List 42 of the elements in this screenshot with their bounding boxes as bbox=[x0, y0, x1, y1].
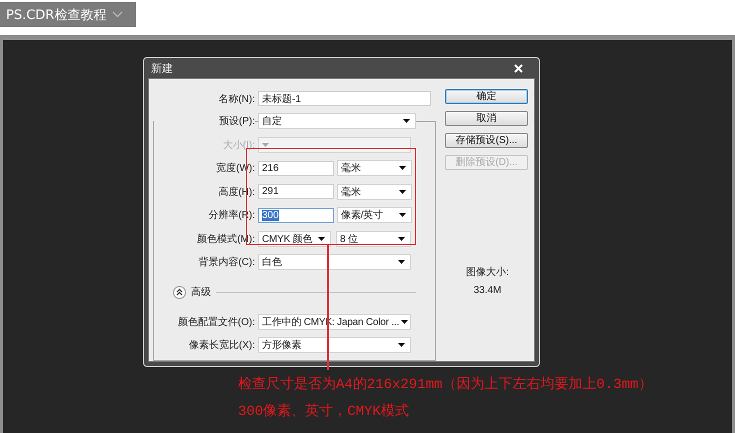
annotation-text: 300像素、英寸，CMYK模式 bbox=[238, 402, 410, 422]
caret-icon bbox=[398, 236, 405, 241]
unit-dropdown[interactable]: 毫米 bbox=[337, 184, 412, 200]
section-label: 高级 bbox=[191, 286, 211, 299]
image-size-value: 33.4M bbox=[474, 285, 502, 296]
caret-icon bbox=[398, 260, 405, 264]
header-tag[interactable]: PS.CDR检查教程 bbox=[0, 2, 136, 27]
caret-icon bbox=[399, 166, 406, 170]
field-label: 大小(I): bbox=[222, 138, 255, 152]
bit-depth-dropdown[interactable]: 8 位 bbox=[336, 230, 411, 247]
field-label: 名称(N): bbox=[217, 92, 255, 106]
dialog-button[interactable]: 确定 bbox=[444, 89, 528, 104]
dialog-button[interactable]: 取消 bbox=[444, 111, 528, 126]
dialog-title: 新建 bbox=[151, 60, 173, 76]
caret-icon bbox=[398, 343, 405, 348]
dialog-button[interactable]: 存储预设(S)... bbox=[444, 133, 528, 148]
mode-dropdown[interactable]: CMYK 颜色 bbox=[258, 230, 331, 247]
field-label: 颜色配置文件(O): bbox=[176, 316, 255, 329]
number-field[interactable]: 216 bbox=[258, 160, 334, 176]
unit-dropdown[interactable]: 毫米 bbox=[337, 160, 412, 176]
field-label: 背景内容(C): bbox=[197, 256, 255, 270]
image-size-label: 图像大小: bbox=[466, 266, 509, 279]
collapse-toggle-icon[interactable] bbox=[173, 286, 186, 298]
chevron-down-icon bbox=[112, 11, 124, 18]
number-field[interactable]: 291 bbox=[258, 184, 334, 200]
unit-dropdown[interactable]: 像素/英寸 bbox=[337, 207, 412, 224]
caret-icon bbox=[318, 236, 325, 241]
dropdown[interactable]: 白色 bbox=[258, 254, 411, 270]
caret-icon bbox=[399, 213, 406, 218]
field-label: 预设(P): bbox=[154, 114, 255, 128]
name-field[interactable]: 未标题-1 bbox=[258, 91, 431, 106]
header-title: PS.CDR检查教程 bbox=[6, 6, 106, 24]
close-icon[interactable] bbox=[514, 64, 523, 72]
caret-icon bbox=[401, 320, 408, 324]
caret-icon bbox=[403, 119, 410, 124]
number-field[interactable]: 300 bbox=[258, 208, 334, 223]
annotation-text: 检查尺寸是否为A4的216x291mm（因为上下左右均要加上0.3mm） bbox=[238, 376, 654, 395]
dropdown[interactable]: 自定 bbox=[258, 113, 416, 130]
dropdown[interactable]: 方形像素 bbox=[258, 337, 411, 354]
caret-icon bbox=[262, 142, 269, 147]
field-label: 像素长宽比(X): bbox=[188, 338, 255, 352]
caret-icon bbox=[399, 190, 406, 194]
